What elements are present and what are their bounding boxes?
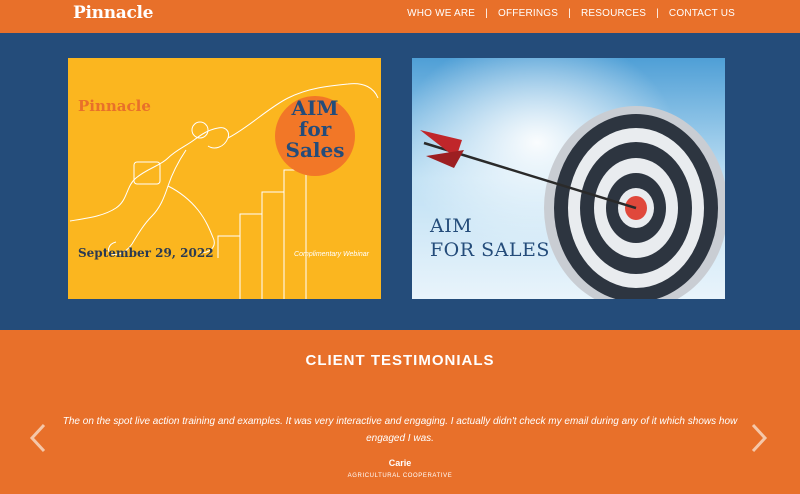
chevron-right-icon[interactable] bbox=[749, 423, 769, 453]
title-line: Sales bbox=[285, 138, 345, 162]
webinar-subtitle: Complimentary Webinar bbox=[294, 251, 369, 258]
testimonial-author: Carie bbox=[388, 458, 412, 468]
main-nav: WHO WE ARE | OFFERINGS | RESOURCES | CON… bbox=[407, 8, 735, 19]
testimonials-section: CLIENT TESTIMONIALS The on the spot live… bbox=[0, 330, 800, 494]
title-line: AIM bbox=[291, 96, 339, 120]
testimonial-quote: The on the spot live action training and… bbox=[62, 416, 738, 444]
chevron-left-icon[interactable] bbox=[28, 423, 48, 453]
testimonial-organization: AGRICULTURAL COOPERATIVE bbox=[347, 473, 453, 479]
title-line: FOR SALES bbox=[430, 239, 550, 261]
target-promo-card[interactable]: AIM FOR SALES bbox=[412, 58, 725, 299]
site-header: Pinnacle WHO WE ARE | OFFERINGS | RESOUR… bbox=[0, 0, 800, 33]
nav-contact-us[interactable]: CONTACT US bbox=[669, 8, 735, 19]
dartboard-arrow-illustration bbox=[412, 58, 725, 299]
nav-separator: | bbox=[485, 8, 488, 19]
nav-separator: | bbox=[656, 8, 659, 19]
card-title: AIM for Sales bbox=[275, 98, 355, 161]
nav-who-we-are[interactable]: WHO WE ARE bbox=[407, 8, 475, 19]
section-heading: CLIENT TESTIMONIALS bbox=[305, 352, 495, 369]
title-line: for bbox=[298, 117, 332, 141]
card-brand-logo: Pinnacle bbox=[78, 97, 151, 115]
nav-resources[interactable]: RESOURCES bbox=[581, 8, 646, 19]
line-art-climber-illustration bbox=[69, 83, 379, 299]
webinar-date: September 29, 2022 bbox=[78, 246, 214, 260]
title-line: AIM bbox=[430, 215, 473, 237]
webinar-promo-card[interactable]: Pinnacle AIM for Sales September 29, 202… bbox=[68, 58, 381, 299]
hero-section: Pinnacle AIM for Sales September 29, 202… bbox=[0, 33, 800, 330]
site-logo[interactable]: Pinnacle bbox=[73, 3, 154, 23]
card-title: AIM FOR SALES bbox=[430, 214, 550, 262]
nav-offerings[interactable]: OFFERINGS bbox=[498, 8, 558, 19]
nav-separator: | bbox=[568, 8, 571, 19]
